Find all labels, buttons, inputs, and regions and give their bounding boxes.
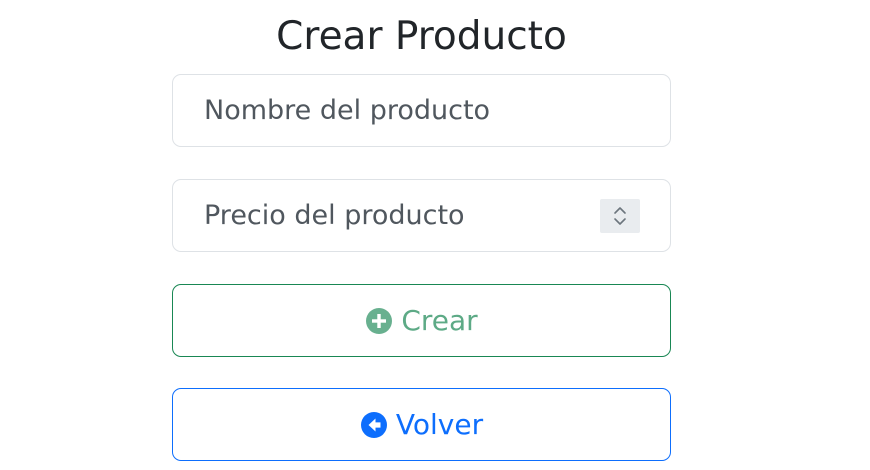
- chevron-up-down-icon: [614, 207, 626, 225]
- create-button[interactable]: Crear: [172, 284, 671, 357]
- back-button[interactable]: Volver: [172, 388, 671, 461]
- product-price-input[interactable]: [173, 180, 670, 251]
- create-product-page: Crear Producto Crear V: [0, 0, 870, 470]
- arrow-left-circle-icon: [360, 411, 388, 439]
- product-name-field[interactable]: [172, 74, 671, 147]
- back-button-label: Volver: [395, 408, 484, 441]
- product-price-field[interactable]: [172, 179, 671, 252]
- product-name-input[interactable]: [173, 75, 670, 146]
- plus-circle-icon: [365, 307, 393, 335]
- number-spinner-icon[interactable]: [600, 199, 640, 233]
- page-title: Crear Producto: [276, 14, 567, 59]
- create-button-label: Crear: [401, 304, 478, 337]
